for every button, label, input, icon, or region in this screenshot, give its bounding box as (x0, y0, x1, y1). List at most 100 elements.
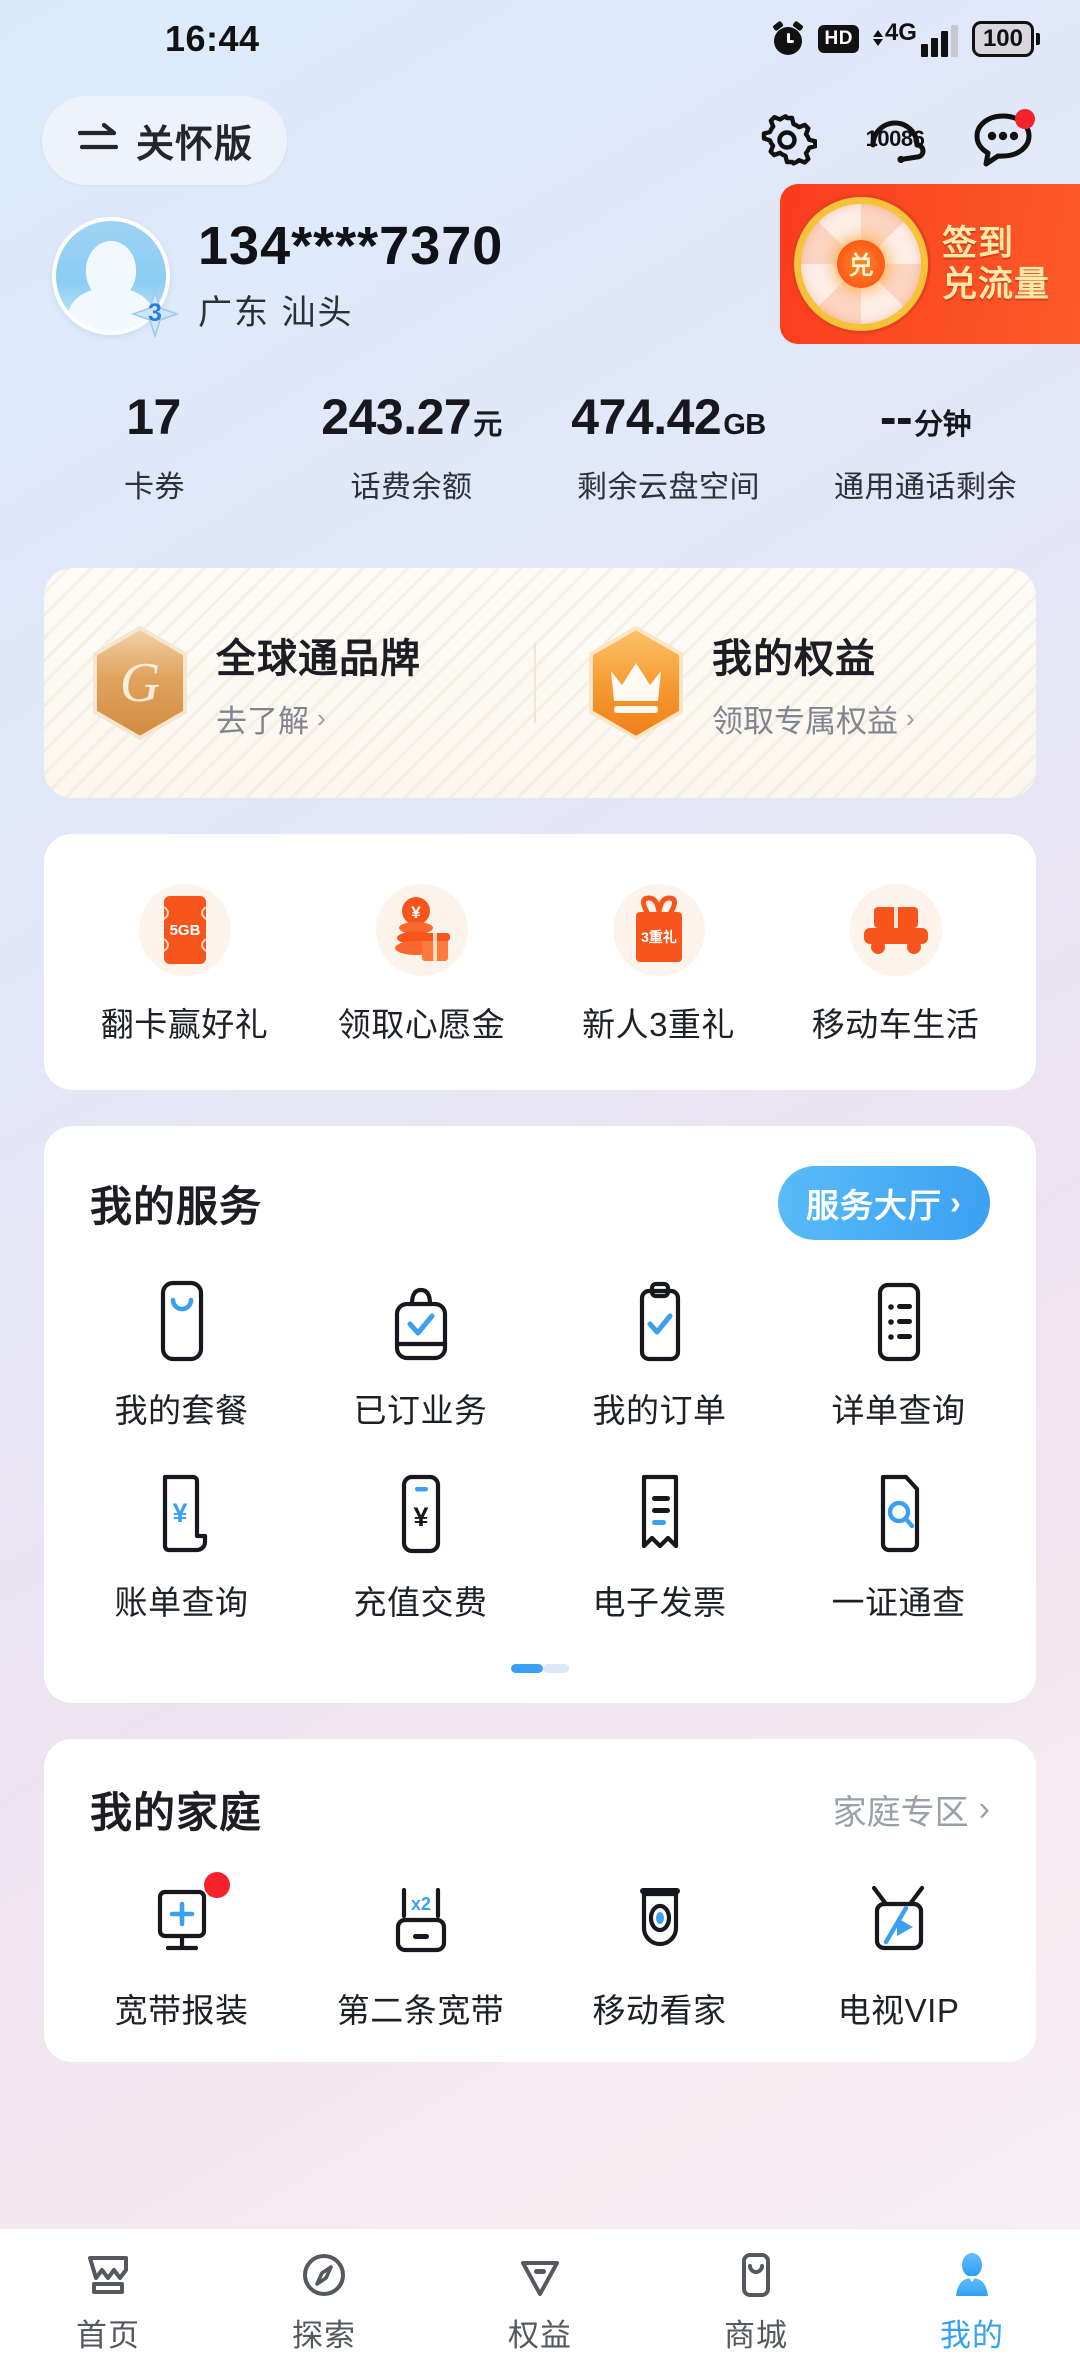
brand-item-gotone[interactable]: G 全球通品牌 去了解 › (44, 625, 540, 741)
phone-package-icon (151, 1278, 213, 1362)
family-item-broadband-install[interactable]: 宽带报装 (62, 1872, 301, 2032)
app-header: 关怀版 10086 (0, 78, 1080, 188)
services-grid-row-2: ¥ 账单查询 ¥ 充值交费 电子发票 一证通查 (44, 1470, 1036, 1624)
tab-label: 探索 (292, 2318, 356, 2353)
promo-item-flipcard[interactable]: 5GB 翻卡赢好礼 (66, 884, 303, 1046)
mall-phone-icon (742, 2253, 770, 2297)
service-label: 已订业务 (353, 1392, 488, 1429)
stat-voice-minutes[interactable]: --分钟 通用通话剩余 (797, 392, 1054, 506)
family-title: 我的家庭 (90, 1789, 263, 1836)
status-time: 16:44 (165, 18, 260, 59)
recharge-yuan-icon: ¥ (393, 1470, 449, 1554)
crown-hex-badge-icon (589, 625, 683, 741)
service-item-my-orders[interactable]: 我的订单 (540, 1278, 779, 1432)
clipboard-check-icon (630, 1278, 690, 1362)
family-grid-row-1: 宽带报装 x2 第二条宽带 移动看家 电视VIP (44, 1872, 1036, 2032)
chevron-right-icon: › (317, 702, 326, 733)
brand-title: 全球通品牌 (216, 636, 421, 681)
service-item-subscribed[interactable]: 已订业务 (301, 1278, 540, 1432)
phone-number: 134****7370 (198, 216, 504, 277)
tab-home[interactable]: 首页 (0, 2250, 216, 2355)
brand-subtitle-text: 去了解 (216, 703, 309, 739)
promo-item-carlife[interactable]: 移动车生活 (777, 884, 1014, 1046)
family-item-home-camera[interactable]: 移动看家 (540, 1878, 779, 2032)
tab-label: 商城 (724, 2318, 788, 2353)
service-item-detail-query[interactable]: 详单查询 (779, 1278, 1018, 1432)
stat-label: 卡券 (124, 471, 185, 504)
service-hall-button[interactable]: 服务大厅 › (778, 1166, 990, 1240)
services-header: 我的服务 服务大厅 › (44, 1166, 1036, 1240)
brand-subtitle-text: 领取专属权益 (712, 703, 898, 739)
brand-title: 我的权益 (712, 636, 876, 681)
headset-icon[interactable]: 10086 (864, 109, 926, 171)
promo-label: 翻卡赢好礼 (100, 1006, 269, 1043)
service-item-id-check[interactable]: 一证通查 (779, 1470, 1018, 1624)
gear-icon[interactable] (756, 109, 818, 171)
stat-value: -- (879, 389, 913, 445)
service-item-bill-query[interactable]: ¥ 账单查询 (62, 1470, 301, 1624)
tab-explore[interactable]: 探索 (216, 2250, 432, 2355)
tab-label: 权益 (508, 2318, 572, 2353)
chat-bubble-icon[interactable] (972, 109, 1035, 171)
brand-card: G 全球通品牌 去了解 › 我的权益 领取专属权益 › (44, 568, 1036, 798)
stat-balance[interactable]: 243.27元 话费余额 (283, 392, 540, 506)
svg-text:¥: ¥ (413, 1502, 428, 1532)
wheel-center-label: 兑 (837, 240, 885, 288)
chevron-right-icon: › (950, 1184, 962, 1221)
family-zone-label: 家庭专区 (832, 1794, 969, 1832)
benefits-tag-icon (521, 2261, 559, 2296)
tab-mine[interactable]: 我的 (864, 2250, 1080, 2355)
care-version-button[interactable]: 关怀版 (42, 95, 288, 185)
service-label: 我的订单 (592, 1392, 727, 1429)
services-page-indicator[interactable] (44, 1664, 1036, 1673)
id-search-icon (870, 1470, 928, 1554)
data-card-5gb-icon: 5GB (138, 884, 231, 976)
service-label: 账单查询 (114, 1584, 249, 1621)
family-label: 宽带报装 (114, 1992, 249, 2029)
service-item-my-package[interactable]: 我的套餐 (62, 1278, 301, 1432)
family-item-second-broadband[interactable]: x2 第二条宽带 (301, 1878, 540, 2032)
my-services-card: 我的服务 服务大厅 › 我的套餐 已订业务 我的订单 详单查询 ¥ 账单查询 ¥… (44, 1126, 1036, 1703)
stat-coupons[interactable]: 17 卡券 (26, 392, 283, 506)
chevron-right-icon: › (906, 702, 915, 733)
stat-unit: GB (723, 409, 766, 441)
car-icon (849, 884, 942, 976)
stat-label: 剩余云盘空间 (577, 471, 760, 504)
tab-mall[interactable]: 商城 (648, 2250, 864, 2355)
stats-row: 17 卡券 243.27元 话费余额 474.42GB 剩余云盘空间 --分钟 … (0, 348, 1080, 506)
family-item-tv-vip[interactable]: 电视VIP (779, 1878, 1018, 2032)
tab-benefits[interactable]: 权益 (432, 2250, 648, 2355)
router-x2-icon: x2 (382, 1878, 460, 1962)
profile-text: 134****7370 广东 汕头 (198, 218, 503, 334)
service-item-recharge[interactable]: ¥ 充值交费 (301, 1470, 540, 1624)
signal-icon: 4G (872, 21, 958, 57)
bag-check-icon (388, 1278, 454, 1362)
stat-cloud-space[interactable]: 474.42GB 剩余云盘空间 (540, 392, 797, 506)
signin-banner[interactable]: 兑 签到 兑流量 (780, 184, 1080, 344)
status-bar: 16:44 HD 4G 100 (0, 0, 1080, 78)
promo-item-newcomer[interactable]: 3重礼 新人3重礼 (540, 884, 777, 1046)
service-label: 充值交费 (353, 1584, 488, 1621)
brand-subtitle[interactable]: 去了解 › (216, 696, 421, 741)
stat-value: 474.42 (571, 389, 722, 445)
avatar[interactable]: 3 (52, 217, 180, 339)
profile-section: 3 134****7370 广东 汕头 兑 签到 兑流量 (0, 184, 1080, 348)
svg-text:¥: ¥ (411, 903, 421, 922)
services-title: 我的服务 (90, 1182, 263, 1230)
promo-item-wishfund[interactable]: ¥ 领取心愿金 (303, 884, 540, 1046)
new-badge-dot (203, 1872, 230, 1898)
family-zone-link[interactable]: 家庭专区 › (833, 1785, 990, 1834)
family-header: 我的家庭 家庭专区 › (44, 1779, 1036, 1840)
family-label: 第二条宽带 (336, 1992, 505, 2029)
service-item-e-invoice[interactable]: 电子发票 (540, 1470, 779, 1624)
brand-subtitle[interactable]: 领取专属权益 › (712, 696, 915, 741)
family-label: 移动看家 (592, 1992, 727, 2029)
brand-item-benefits[interactable]: 我的权益 领取专属权益 › (534, 625, 1036, 741)
gift-box-icon: 3重礼 (612, 884, 705, 976)
battery-icon: 100 (971, 21, 1040, 57)
stat-unit: 元 (473, 409, 502, 441)
swap-arrows-icon (77, 123, 119, 150)
region-label: 广东 汕头 (198, 293, 354, 332)
stat-unit: 分钟 (914, 409, 972, 441)
stat-label: 通用通话剩余 (834, 471, 1017, 504)
